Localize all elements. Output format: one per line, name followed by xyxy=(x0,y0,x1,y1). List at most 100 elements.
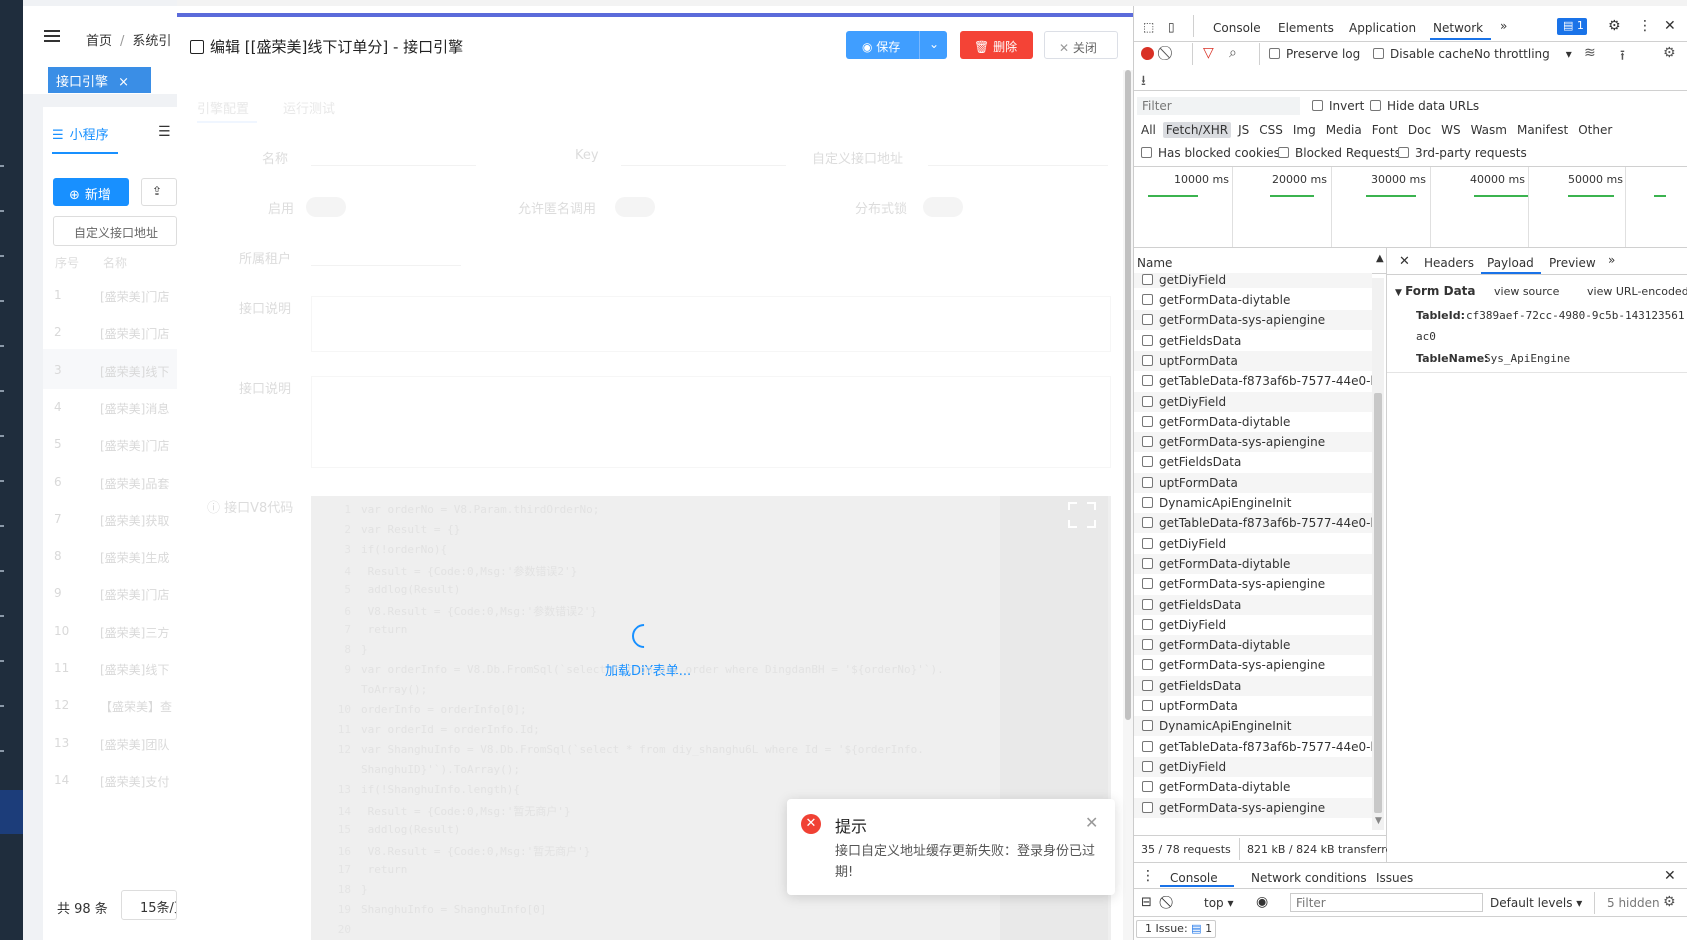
issues-link[interactable]: 1 Issue: ▤ 1 xyxy=(1136,920,1216,938)
detail-tab-payload[interactable]: Payload xyxy=(1487,256,1534,270)
table-row[interactable]: 6 [盛荣美]品套 xyxy=(43,461,177,501)
invert-checkbox[interactable]: Invert xyxy=(1312,99,1364,113)
request-checkbox[interactable] xyxy=(1142,314,1153,326)
console-filter-input[interactable]: Filter xyxy=(1290,893,1483,912)
device-toolbar-icon[interactable]: ▯ xyxy=(1168,20,1175,34)
table-row[interactable]: 8 [盛荣美]生成 xyxy=(43,535,177,575)
table-row[interactable]: 1 [盛荣美]门店 xyxy=(43,274,177,314)
table-row[interactable]: 11 [盛荣美]线下 xyxy=(43,647,177,687)
dialog-scrollbar[interactable] xyxy=(1123,70,1133,940)
request-row[interactable]: getFormData-diytable xyxy=(1134,412,1372,432)
table-row[interactable]: 13 [盛荣美]团队 xyxy=(43,722,177,762)
inspect-element-icon[interactable]: ⬚ xyxy=(1143,20,1154,34)
disable-cache-checkbox[interactable]: Disable cache xyxy=(1373,47,1474,61)
sort-up-icon[interactable]: ▲ xyxy=(1376,253,1384,264)
view-url-encoded-link[interactable]: view URL-encoded xyxy=(1587,285,1687,298)
request-checkbox[interactable] xyxy=(1142,659,1153,671)
request-row[interactable]: getTableData-f873af6b-7577-44e0-b9a7- xyxy=(1134,371,1372,391)
close-detail-icon[interactable]: ✕ xyxy=(1399,254,1410,269)
table-row[interactable]: 5 [盛荣美]门店 xyxy=(43,423,177,463)
search-input[interactable]: 自定义接口地址 xyxy=(53,216,177,246)
allow-anon-switch[interactable] xyxy=(615,197,655,217)
type-filter-font[interactable]: Font xyxy=(1369,122,1401,138)
type-filter-fetchxhr[interactable]: Fetch/XHR xyxy=(1162,122,1232,138)
drawer-tab-network-conditions[interactable]: Network conditions xyxy=(1251,871,1367,885)
table-row[interactable]: 7 [盛荣美]获取 xyxy=(43,498,177,538)
type-filter-css[interactable]: CSS xyxy=(1256,122,1286,138)
type-filter-wasm[interactable]: Wasm xyxy=(1468,122,1510,138)
notification-close-icon[interactable]: ✕ xyxy=(1085,813,1098,832)
request-checkbox[interactable] xyxy=(1142,598,1153,610)
open-tab-tag[interactable]: 接口引擎 × xyxy=(48,67,151,93)
request-checkbox[interactable] xyxy=(1142,476,1153,488)
tab-second-list-icon[interactable]: ☰ xyxy=(158,124,171,140)
third-party-checkbox[interactable]: 3rd-party requests xyxy=(1398,146,1527,160)
tenant-select[interactable] xyxy=(311,265,461,266)
request-row[interactable]: uptFormData xyxy=(1134,696,1372,716)
tag-close-icon[interactable]: × xyxy=(118,75,129,90)
request-row[interactable]: getFieldsData xyxy=(1134,594,1372,615)
desc1-textarea[interactable] xyxy=(311,296,1111,352)
request-checkbox[interactable] xyxy=(1142,415,1153,427)
distributed-switch[interactable] xyxy=(923,197,963,217)
tab-console[interactable]: Console xyxy=(1213,21,1261,35)
table-row[interactable]: 12 【盛荣美】查 xyxy=(43,684,177,724)
table-row[interactable]: 9 [盛荣美]门店 xyxy=(43,572,177,612)
tab-run-test[interactable]: 运行测试 xyxy=(283,98,335,117)
filter-funnel-icon[interactable]: ▽ xyxy=(1203,45,1214,61)
request-checkbox[interactable] xyxy=(1142,395,1153,407)
request-checkbox[interactable] xyxy=(1142,274,1153,285)
request-row[interactable]: getFormData-diytable xyxy=(1134,635,1372,656)
search-icon[interactable]: ⌕ xyxy=(1229,45,1237,61)
request-checkbox[interactable] xyxy=(1142,679,1153,691)
request-row[interactable]: DynamicApiEngineInit xyxy=(1134,716,1372,737)
request-row[interactable]: uptFormData xyxy=(1134,350,1372,371)
desc2-textarea[interactable] xyxy=(311,376,1111,468)
network-timeline[interactable]: 10000 ms 20000 ms 30000 ms 40000 ms 50000 ms… xyxy=(1134,167,1687,247)
tab-application[interactable]: Application xyxy=(1349,21,1416,35)
request-row[interactable]: uptFormData xyxy=(1134,472,1372,493)
view-source-link[interactable]: view source xyxy=(1494,285,1559,298)
detail-tab-preview[interactable]: Preview xyxy=(1549,256,1596,270)
live-expression-eye-icon[interactable]: ◉ xyxy=(1256,894,1268,910)
side-nav-active-item[interactable] xyxy=(0,790,23,834)
request-checkbox[interactable] xyxy=(1142,456,1153,468)
request-row[interactable]: getFieldsData xyxy=(1134,331,1372,351)
request-row[interactable]: getTableData-f873af6b-7577-44e0-b9a7- xyxy=(1134,513,1372,534)
request-checkbox[interactable] xyxy=(1142,334,1153,346)
more-options-icon[interactable]: ⋮ xyxy=(1638,18,1652,34)
request-checkbox[interactable] xyxy=(1142,801,1153,813)
context-select[interactable]: top ▾ xyxy=(1204,896,1234,910)
throttling-select[interactable]: No throttling ▾ xyxy=(1474,47,1572,61)
add-button[interactable]: ⊕ 新增 xyxy=(53,178,129,206)
request-checkbox[interactable] xyxy=(1142,740,1153,752)
name-field[interactable] xyxy=(311,165,476,166)
default-levels-select[interactable]: Default levels ▾ xyxy=(1490,896,1582,910)
table-row[interactable]: 2 [盛荣美]门店 xyxy=(43,311,177,351)
request-checkbox[interactable] xyxy=(1142,578,1153,590)
request-checkbox[interactable] xyxy=(1142,436,1153,448)
import-har-icon[interactable]: ⭱ xyxy=(1620,45,1625,69)
request-checkbox[interactable] xyxy=(1142,618,1153,630)
table-row[interactable]: 3 [盛荣美]线下 xyxy=(43,348,177,389)
request-checkbox[interactable] xyxy=(1142,639,1153,651)
request-row[interactable]: getTableData-f873af6b-7577-44e0-b9a7- xyxy=(1134,737,1372,757)
request-checkbox[interactable] xyxy=(1142,720,1153,732)
type-filter-js[interactable]: JS xyxy=(1235,122,1252,138)
drawer-menu-icon[interactable]: ⋮ xyxy=(1141,868,1155,884)
save-button[interactable]: ◉ 保存 ⌄ xyxy=(846,31,947,59)
request-row[interactable]: getFormData-diytable xyxy=(1134,777,1372,797)
request-checkbox[interactable] xyxy=(1142,517,1153,529)
request-list-scrollbar[interactable] xyxy=(1372,278,1384,830)
type-filter-all[interactable]: All xyxy=(1138,122,1159,138)
settings-gear-icon[interactable]: ⚙ xyxy=(1608,18,1621,34)
form-data-section[interactable]: ▼ Form Data xyxy=(1395,284,1476,298)
wifi-conditions-icon[interactable]: ≋ xyxy=(1584,45,1596,61)
fullscreen-icon[interactable] xyxy=(1068,502,1096,528)
type-filter-other[interactable]: Other xyxy=(1575,122,1615,138)
table-row[interactable]: 10 [盛荣美]三方 xyxy=(43,610,177,650)
type-filter-manifest[interactable]: Manifest xyxy=(1514,122,1571,138)
type-filter-ws[interactable]: WS xyxy=(1438,122,1463,138)
hide-data-urls-checkbox[interactable]: Hide data URLs xyxy=(1370,99,1479,113)
table-row[interactable]: 14 [盛荣美]支付 xyxy=(43,759,177,799)
